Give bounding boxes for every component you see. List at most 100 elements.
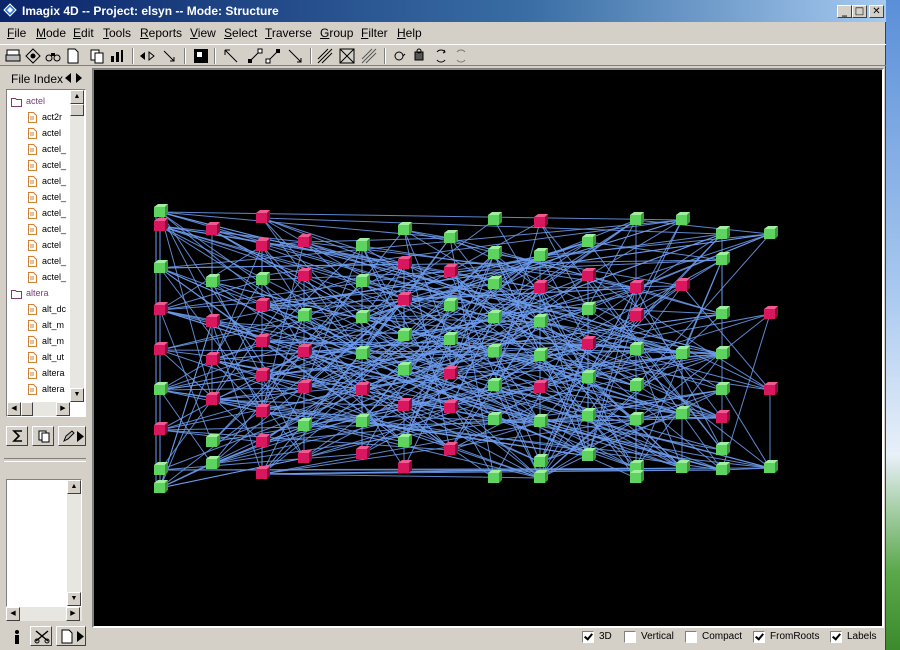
graph-node-function[interactable] bbox=[444, 298, 458, 311]
menu-help[interactable]: Help bbox=[397, 26, 422, 40]
option-compact-checkbox[interactable] bbox=[685, 631, 697, 643]
graph-node-function[interactable] bbox=[764, 460, 778, 473]
scroll-left-icon[interactable] bbox=[64, 73, 72, 83]
graph-node-function[interactable] bbox=[356, 238, 370, 251]
graph-node-function[interactable] bbox=[676, 460, 690, 473]
option-fromroots-checkbox[interactable] bbox=[753, 631, 765, 643]
graph-node-function[interactable] bbox=[764, 226, 778, 239]
graph-node-variable[interactable] bbox=[534, 214, 548, 227]
graph-node-function[interactable] bbox=[154, 480, 168, 493]
graph-node-variable[interactable] bbox=[154, 342, 168, 355]
detail-vertical-scrollbar[interactable]: ▲ ▼ bbox=[67, 480, 81, 606]
graph-node-function[interactable] bbox=[356, 414, 370, 427]
scroll-right-icon[interactable] bbox=[75, 73, 83, 83]
graph-node-variable[interactable] bbox=[676, 278, 690, 291]
scissors-button[interactable] bbox=[30, 626, 52, 646]
scroll-up-button[interactable]: ▲ bbox=[70, 90, 84, 104]
graph-node-function[interactable] bbox=[716, 306, 730, 319]
graph-node-function[interactable] bbox=[488, 310, 502, 323]
graph-node-function[interactable] bbox=[488, 246, 502, 259]
graph-node-function[interactable] bbox=[630, 412, 644, 425]
rotate-c-icon[interactable] bbox=[432, 47, 450, 65]
menu-reports[interactable]: Reports bbox=[140, 26, 182, 40]
graph-node-variable[interactable] bbox=[398, 256, 412, 269]
graph-node-function[interactable] bbox=[582, 234, 596, 247]
graph-node-function[interactable] bbox=[398, 434, 412, 447]
graph-node-function[interactable] bbox=[676, 346, 690, 359]
scroll-left-button[interactable]: ◀ bbox=[7, 402, 21, 416]
graph-node-variable[interactable] bbox=[298, 234, 312, 247]
graph-node-function[interactable] bbox=[398, 362, 412, 375]
graph-node-function[interactable] bbox=[356, 310, 370, 323]
graph-node-variable[interactable] bbox=[716, 410, 730, 423]
graph-node-function[interactable] bbox=[356, 346, 370, 359]
scroll-right-button[interactable]: ▶ bbox=[56, 402, 70, 416]
copy-icon[interactable] bbox=[88, 47, 106, 65]
graph-node-function[interactable] bbox=[716, 346, 730, 359]
pointer-icon[interactable] bbox=[286, 47, 304, 65]
menu-filter[interactable]: Filter bbox=[361, 26, 388, 40]
scroll-up-button[interactable]: ▲ bbox=[67, 480, 81, 494]
graph-node-variable[interactable] bbox=[298, 380, 312, 393]
chart-icon[interactable] bbox=[108, 47, 126, 65]
menu-file[interactable]: File bbox=[7, 26, 26, 40]
expand-icon[interactable] bbox=[246, 47, 264, 65]
graph-node-variable[interactable] bbox=[444, 400, 458, 413]
graph-node-function[interactable] bbox=[534, 248, 548, 261]
graph-node-function[interactable] bbox=[298, 308, 312, 321]
graph-node-variable[interactable] bbox=[534, 280, 548, 293]
scroll-thumb[interactable] bbox=[70, 104, 84, 116]
tree-horizontal-scrollbar[interactable]: ◀ ▶ bbox=[7, 402, 70, 416]
rotate-a-icon[interactable] bbox=[390, 47, 408, 65]
scroll-down-button[interactable]: ▼ bbox=[67, 592, 81, 606]
graph-node-function[interactable] bbox=[154, 204, 168, 217]
graph-node-function[interactable] bbox=[676, 406, 690, 419]
graph-node-variable[interactable] bbox=[398, 292, 412, 305]
graph-node-variable[interactable] bbox=[154, 422, 168, 435]
find-icon[interactable] bbox=[24, 47, 42, 65]
scroll-right-button[interactable]: ▶ bbox=[66, 607, 80, 621]
graph-node-variable[interactable] bbox=[298, 344, 312, 357]
document-button[interactable] bbox=[56, 626, 86, 646]
maximize-button[interactable]: □ bbox=[852, 5, 867, 18]
graph-node-function[interactable] bbox=[206, 456, 220, 469]
back-forward-icon[interactable] bbox=[138, 47, 156, 65]
graph-node-function[interactable] bbox=[534, 348, 548, 361]
edit-button[interactable] bbox=[58, 426, 86, 446]
info-icon[interactable] bbox=[8, 628, 26, 646]
graph-node-variable[interactable] bbox=[256, 404, 270, 417]
graph-node-variable[interactable] bbox=[764, 306, 778, 319]
graph-node-function[interactable] bbox=[488, 378, 502, 391]
graph-node-function[interactable] bbox=[716, 252, 730, 265]
detail-list[interactable]: ▲ ▼ bbox=[6, 479, 82, 607]
layout-a-icon[interactable] bbox=[316, 47, 334, 65]
graph-node-variable[interactable] bbox=[444, 366, 458, 379]
binoculars-icon[interactable] bbox=[44, 47, 62, 65]
graph-node-function[interactable] bbox=[154, 382, 168, 395]
graph-node-function[interactable] bbox=[716, 226, 730, 239]
graph-node-variable[interactable] bbox=[398, 398, 412, 411]
print-icon[interactable] bbox=[4, 47, 22, 65]
menu-mode[interactable]: Mode bbox=[36, 26, 66, 40]
document-icon[interactable] bbox=[64, 47, 82, 65]
graph-node-variable[interactable] bbox=[534, 380, 548, 393]
layout-c-icon[interactable] bbox=[360, 47, 378, 65]
graph-node-function[interactable] bbox=[154, 260, 168, 273]
menu-edit[interactable]: Edit bbox=[73, 26, 94, 40]
sigma-button[interactable] bbox=[6, 426, 28, 446]
scroll-down-button[interactable]: ▼ bbox=[70, 388, 84, 402]
menu-group[interactable]: Group bbox=[320, 26, 353, 40]
graph-node-function[interactable] bbox=[298, 418, 312, 431]
graph-node-variable[interactable] bbox=[444, 264, 458, 277]
minimize-button[interactable]: _ bbox=[837, 5, 852, 18]
graph-node-function[interactable] bbox=[398, 222, 412, 235]
graph-node-variable[interactable] bbox=[298, 450, 312, 463]
graph-node-function[interactable] bbox=[398, 328, 412, 341]
option-3d-checkbox[interactable] bbox=[582, 631, 594, 643]
graph-node-variable[interactable] bbox=[256, 368, 270, 381]
graph-node-function[interactable] bbox=[630, 342, 644, 355]
graph-node-variable[interactable] bbox=[764, 382, 778, 395]
graph-node-function[interactable] bbox=[534, 314, 548, 327]
graph-node-function[interactable] bbox=[206, 434, 220, 447]
back-forward-icon[interactable] bbox=[160, 47, 178, 65]
